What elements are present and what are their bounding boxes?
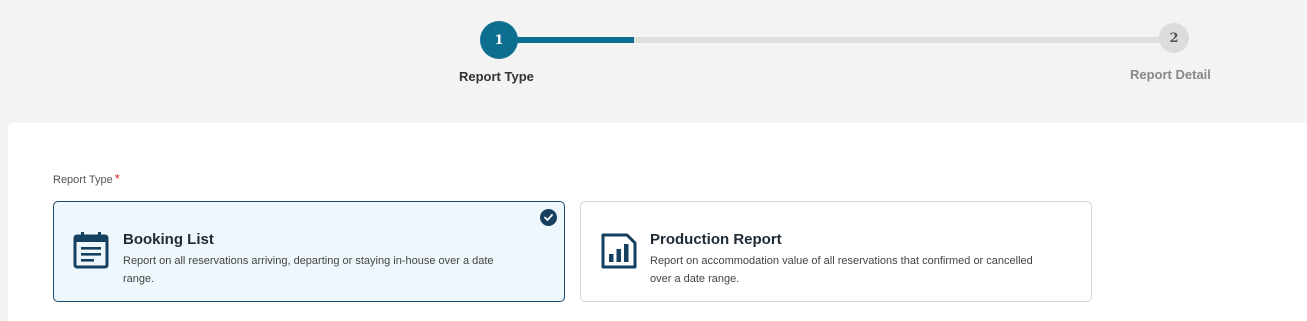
calendar-list-icon (73, 232, 109, 269)
option-production-report[interactable]: Production Report Report on accommodatio… (580, 201, 1092, 302)
step-2-label: Report Detail (1130, 67, 1211, 82)
report-form-panel: Report Type * Booking List Report on all … (8, 123, 1307, 321)
stepper-progress-fill (499, 37, 634, 43)
option-booking-list[interactable]: Booking List Report on all reservations … (53, 201, 565, 302)
stepper-track (499, 37, 1174, 43)
report-type-label-text: Report Type (53, 174, 113, 186)
option-description: Report on accommodation value of all res… (650, 255, 1033, 285)
bar-chart-icon (601, 233, 637, 269)
report-type-label: Report Type * (53, 171, 120, 186)
progress-stepper: 1 2 Report Type Report Detail (0, 0, 1307, 123)
step-1-indicator[interactable]: 1 (480, 21, 518, 59)
option-title: Production Report (650, 231, 782, 248)
option-description: Report on all reservations arriving, dep… (123, 255, 494, 285)
step-1-label: Report Type (459, 69, 534, 84)
required-asterisk: * (114, 171, 120, 186)
step-2-indicator[interactable]: 2 (1159, 23, 1189, 53)
selected-check-icon (540, 209, 557, 226)
option-title: Booking List (123, 231, 214, 248)
